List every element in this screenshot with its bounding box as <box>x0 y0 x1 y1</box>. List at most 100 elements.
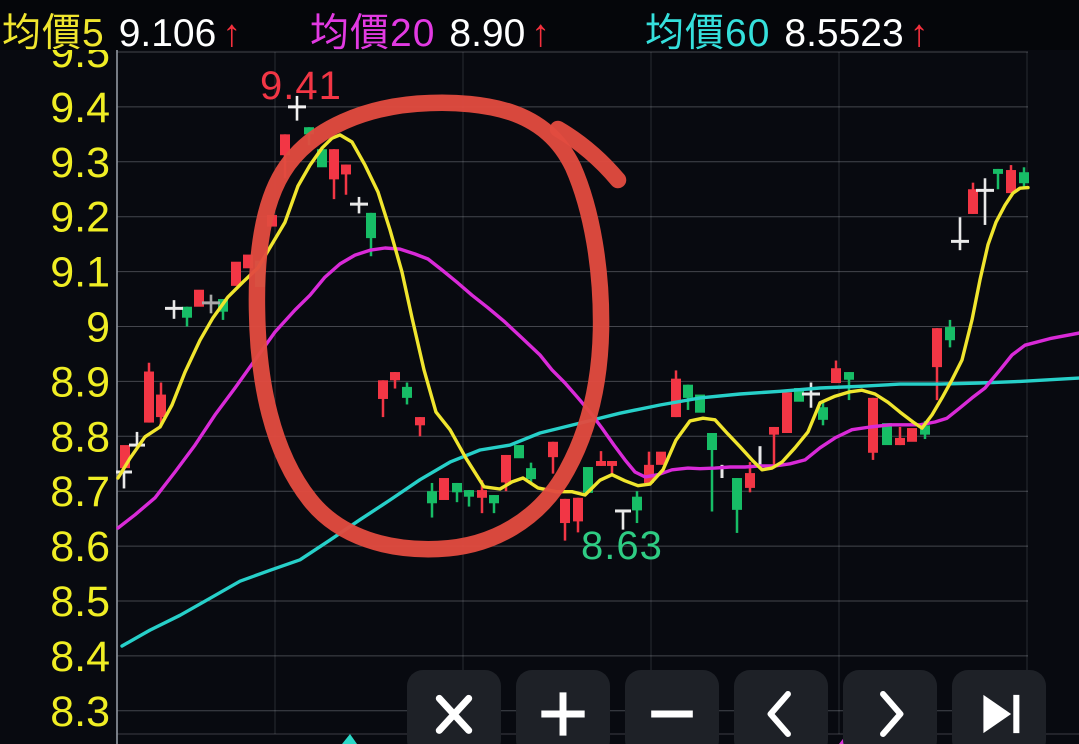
candle <box>1006 165 1016 194</box>
candle-body <box>607 461 617 466</box>
ma20-legend-item: 均價20 8.90 ↑ <box>310 2 550 58</box>
candle <box>144 362 154 423</box>
doji-marker <box>802 382 820 408</box>
candle-body <box>844 372 854 380</box>
candle-body <box>560 498 570 524</box>
candle-body <box>968 189 978 214</box>
candle <box>378 380 388 418</box>
ma5-value: 9.106 <box>118 12 217 55</box>
candle <box>769 426 779 469</box>
candle <box>415 417 425 437</box>
candle-body <box>782 392 792 434</box>
candle-body <box>769 426 779 435</box>
y-axis-tick-label: 8.5 <box>50 578 110 626</box>
candle-body <box>341 164 351 175</box>
ma60-value: 8.5523 <box>784 12 904 55</box>
candle-body <box>231 261 241 286</box>
candle-body <box>514 445 524 459</box>
y-axis-tick-label: 9.3 <box>50 139 110 187</box>
candle <box>868 397 878 460</box>
candle <box>231 261 241 286</box>
candle-body <box>707 433 717 451</box>
candle-body <box>144 371 154 423</box>
skip-to-end-icon <box>983 694 1020 734</box>
candle <box>464 490 474 507</box>
chevron-left-icon <box>767 691 791 737</box>
plus-icon <box>541 692 585 736</box>
candle-body <box>1006 170 1016 194</box>
ma20-value: 8.90 <box>449 12 526 55</box>
candle-body <box>378 380 388 399</box>
candle-body <box>632 496 642 511</box>
candle <box>993 168 1003 190</box>
y-axis-tick-label: 9.2 <box>50 194 110 242</box>
candle-body <box>329 149 339 180</box>
candle-body <box>415 417 425 426</box>
y-axis-tick-label: 9.4 <box>50 84 110 132</box>
x-icon <box>435 694 473 734</box>
candle-body <box>831 368 841 384</box>
candle-body <box>452 482 462 493</box>
candle <box>548 441 558 474</box>
previous-button[interactable] <box>734 670 828 744</box>
candle-body <box>683 384 693 398</box>
candle <box>596 451 606 466</box>
ma5-legend-item: 均價5 9.106 ↑ <box>2 2 241 58</box>
y-axis-tick-label: 8.7 <box>50 468 110 516</box>
candle <box>489 495 499 514</box>
candle <box>390 372 400 389</box>
candle <box>932 328 942 401</box>
candle-body <box>732 478 742 510</box>
candle-body <box>993 168 1003 174</box>
candle-body <box>156 394 166 418</box>
moving-average-legend: 均價5 9.106 ↑ 均價20 8.90 ↑ 均價60 8.5523 ↑ <box>0 0 1079 55</box>
candle <box>707 433 717 512</box>
candle-body <box>501 454 511 483</box>
y-axis-tick-label: 8.3 <box>50 688 110 736</box>
candle-body <box>745 473 755 488</box>
next-button[interactable] <box>843 670 937 744</box>
candle-body <box>945 327 955 341</box>
y-axis-tick-label: 8.8 <box>50 413 110 461</box>
candle <box>632 491 642 524</box>
y-axis-tick-label: 8.9 <box>50 358 110 406</box>
y-axis-tick-label: 9 <box>86 304 110 352</box>
candle-body <box>907 428 917 442</box>
candle <box>427 482 437 518</box>
candle-body <box>390 372 400 381</box>
candle <box>732 478 742 533</box>
stock-chart-app: 9.5 9.4 9.3 9.2 9.1 9 8.9 8.8 8.7 8.6 8.5 8.4 8.3 均價… <box>0 0 1079 744</box>
doji-marker <box>976 178 994 225</box>
chevron-right-icon <box>880 691 904 737</box>
up-arrow-icon: ↑ <box>531 13 551 55</box>
candle-body <box>427 491 437 504</box>
candle <box>907 428 917 442</box>
candle <box>968 182 978 214</box>
low-price-label: 8.63 <box>581 524 663 568</box>
candle <box>452 482 462 503</box>
close-button[interactable] <box>407 670 501 744</box>
candle-body <box>526 468 536 480</box>
ma5-label: 均價5 <box>2 12 105 55</box>
candle-body <box>1019 172 1029 184</box>
minus-icon <box>651 710 693 718</box>
doji-marker <box>165 300 183 319</box>
y-axis-tick-label: 8.4 <box>50 633 110 681</box>
candle <box>439 478 449 500</box>
candle-body <box>596 461 606 466</box>
candle-body <box>818 407 828 420</box>
candle-body <box>548 441 558 458</box>
zoom-in-button[interactable] <box>516 670 610 744</box>
bottom-edge-triangle <box>342 734 357 744</box>
candle-body <box>477 490 487 498</box>
candle <box>514 445 524 459</box>
zoom-out-button[interactable] <box>625 670 719 744</box>
candle-body <box>439 478 449 500</box>
jump-to-latest-button[interactable] <box>952 670 1046 744</box>
y-axis-tick-label: 9.1 <box>50 249 110 297</box>
candle-body <box>671 378 681 418</box>
ma60-legend-item: 均價60 8.5523 ↑ <box>645 2 929 58</box>
doji-marker <box>951 217 969 251</box>
candle-body <box>489 495 499 504</box>
candlestick-chart[interactable]: 9.59.49.39.29.198.98.88.78.68.58.48.3 <box>0 0 1079 744</box>
